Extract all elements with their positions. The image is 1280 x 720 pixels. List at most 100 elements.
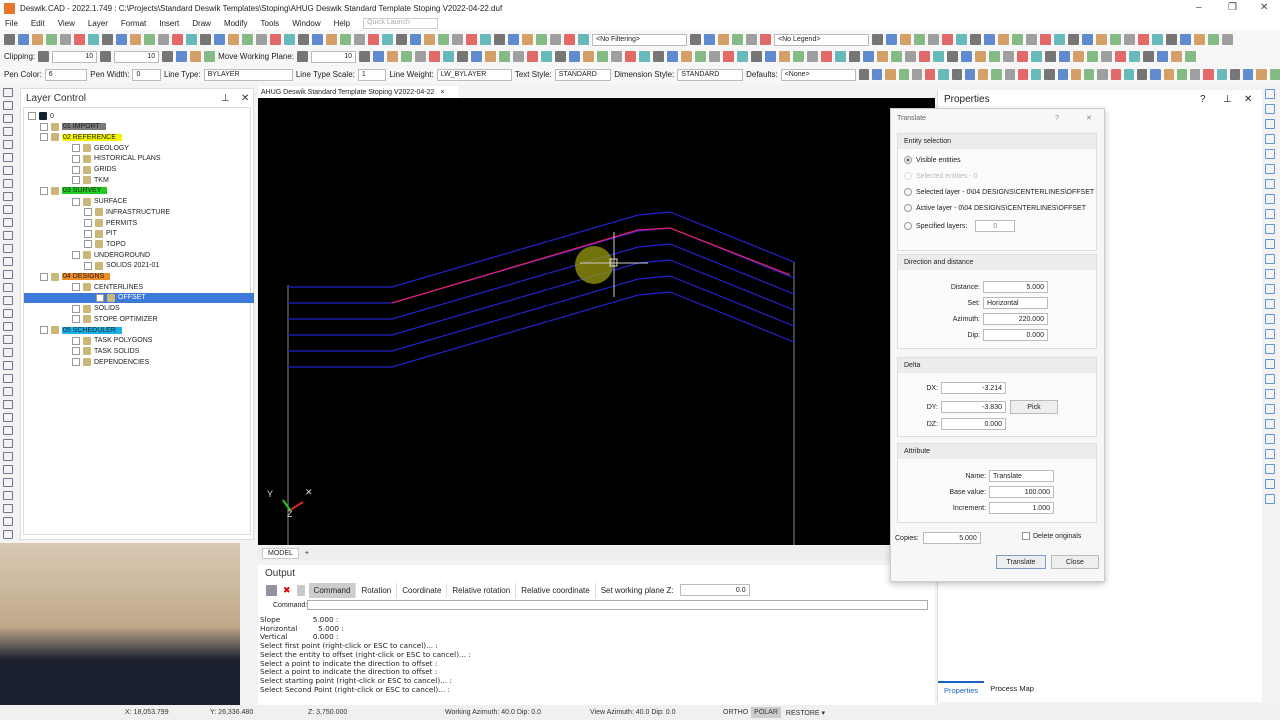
toolbar-icon[interactable] [938, 69, 949, 80]
toolbar-icon[interactable] [877, 51, 889, 62]
draw-tool-icon[interactable] [3, 218, 13, 227]
toolbar-icon[interactable] [387, 51, 399, 62]
tool-icon[interactable] [1265, 404, 1275, 414]
layer-visibility-checkbox[interactable] [40, 133, 48, 142]
toolbar-icon[interactable] [1123, 69, 1135, 80]
model-tab[interactable]: MODEL [262, 547, 299, 559]
toolbar-icon[interactable] [1017, 69, 1029, 80]
tab-process-map[interactable]: Process Map [984, 681, 1040, 698]
toolbar-icon[interactable] [900, 34, 911, 45]
layer-visibility-checkbox[interactable] [72, 154, 80, 163]
copies-input[interactable]: 5.000 [922, 532, 981, 544]
layer-node[interactable]: PERMITS [84, 218, 137, 228]
toolbar-icon[interactable] [1017, 51, 1029, 62]
polar-toggle[interactable]: POLAR [751, 707, 781, 718]
draw-tool-icon[interactable] [3, 205, 13, 214]
toolbar-icon[interactable] [466, 34, 477, 45]
toolbar-icon[interactable] [1180, 34, 1191, 45]
toolbar-icon[interactable] [984, 34, 995, 45]
toolbar-icon[interactable] [32, 34, 43, 45]
tool-icon[interactable] [1265, 119, 1275, 129]
toolbar-icon[interactable] [911, 69, 923, 80]
delete-originals-checkbox[interactable]: Delete originals [1022, 532, 1081, 540]
pin-icon[interactable]: ⊥ [1223, 94, 1232, 105]
help-icon[interactable]: ? [1200, 94, 1206, 105]
toolbar-icon[interactable] [176, 51, 188, 62]
close-dialog-icon[interactable]: ✕ [1086, 114, 1092, 122]
toolbar-icon[interactable] [270, 34, 281, 45]
toolbar-icon[interactable] [443, 51, 455, 62]
toolbar-icon[interactable] [975, 51, 987, 62]
tool-icon[interactable] [1265, 179, 1275, 189]
toolbar-icon[interactable] [204, 51, 216, 62]
layer-visibility-checkbox[interactable] [72, 176, 80, 185]
toolbar-icon[interactable] [536, 34, 547, 45]
layer-node[interactable]: DEPENDENCIES [72, 357, 149, 367]
tool-icon[interactable] [1265, 494, 1275, 504]
layer-visibility-checkbox[interactable] [72, 165, 80, 174]
toolbar-icon[interactable] [1084, 69, 1095, 80]
toolbar-icon[interactable] [340, 34, 351, 45]
toolbar-icon[interactable] [508, 34, 519, 45]
draw-tool-icon[interactable] [3, 361, 13, 370]
toolbar-icon[interactable] [1031, 69, 1042, 80]
draw-tool-icon[interactable] [3, 413, 13, 422]
layer-node[interactable]: GEOLOGY [72, 143, 129, 153]
layer-visibility-checkbox[interactable] [84, 240, 92, 249]
toolbar-icon[interactable] [1269, 69, 1280, 80]
toolbar-icon[interactable] [1003, 51, 1015, 62]
toolbar-icon[interactable] [471, 51, 483, 62]
toolbar-icon[interactable] [527, 51, 539, 62]
toolbar-icon[interactable] [919, 51, 931, 62]
toolbar-icon[interactable] [718, 34, 729, 45]
toolbar-icon[interactable] [438, 34, 449, 45]
toolbar-icon[interactable] [905, 51, 917, 62]
toolbar-icon[interactable] [858, 69, 870, 80]
toolbar-icon[interactable] [1110, 34, 1121, 45]
tool-icon[interactable] [1265, 329, 1275, 339]
toolbar-icon[interactable] [1203, 69, 1214, 80]
tool-icon[interactable] [1265, 209, 1275, 219]
layer-visibility-checkbox[interactable] [84, 219, 92, 227]
toolbar-icon[interactable] [1163, 69, 1174, 80]
layer-node[interactable]: STOPE OPTIMIZER [72, 314, 158, 324]
menu-draw[interactable]: Draw [192, 19, 211, 28]
tool-icon[interactable] [1265, 224, 1275, 234]
clip-near-input[interactable]: 10 [52, 50, 98, 63]
toolbar-icon[interactable] [522, 34, 533, 45]
document-tab[interactable]: AHUG Deswik Standard Template Stoping V2… [258, 86, 458, 98]
tool-icon[interactable] [1265, 299, 1275, 309]
toolbar-icon[interactable] [886, 34, 897, 45]
draw-tool-icon[interactable] [3, 296, 13, 305]
tab-relative-coordinate[interactable]: Relative coordinate [516, 582, 596, 598]
lock-icon[interactable] [296, 584, 305, 596]
toolbar-icon[interactable] [4, 34, 15, 45]
toolbar-icon[interactable] [401, 51, 413, 62]
close-tab-button[interactable]: × [440, 89, 444, 96]
toolbar-icon[interactable] [415, 51, 427, 62]
toolbar-icon[interactable] [732, 34, 743, 45]
toolbar-icon[interactable] [424, 34, 435, 45]
toolbar-icon[interactable] [704, 34, 715, 45]
toolbar-icon[interactable] [162, 51, 174, 62]
layer-visibility-checkbox[interactable] [72, 283, 80, 292]
draw-tool-icon[interactable] [3, 270, 13, 279]
toolbar-icon[interactable] [1194, 34, 1205, 45]
layer-visibility-checkbox[interactable] [40, 122, 48, 131]
layer-node[interactable]: PIT [84, 229, 117, 239]
increment-input[interactable]: 1.000 [989, 502, 1054, 514]
layer-visibility-checkbox[interactable] [72, 347, 80, 356]
toolbar-icon[interactable] [130, 34, 141, 45]
layer-visibility-checkbox[interactable] [72, 197, 80, 206]
tool-icon[interactable] [1265, 389, 1275, 399]
layer-node[interactable]: TASK SOLIDS [72, 346, 139, 356]
toolbar-icon[interactable] [835, 51, 847, 62]
layer-visibility-checkbox[interactable] [40, 186, 48, 195]
toolbar-icon[interactable] [1124, 34, 1135, 45]
draw-tool-icon[interactable] [3, 166, 13, 175]
layer-visibility-checkbox[interactable] [40, 326, 48, 334]
toolbar-icon[interactable] [1040, 34, 1051, 45]
ortho-toggle[interactable]: ORTHO [720, 707, 751, 718]
defaults-input[interactable]: <None> [780, 68, 856, 81]
draw-tool-icon[interactable] [3, 491, 13, 500]
